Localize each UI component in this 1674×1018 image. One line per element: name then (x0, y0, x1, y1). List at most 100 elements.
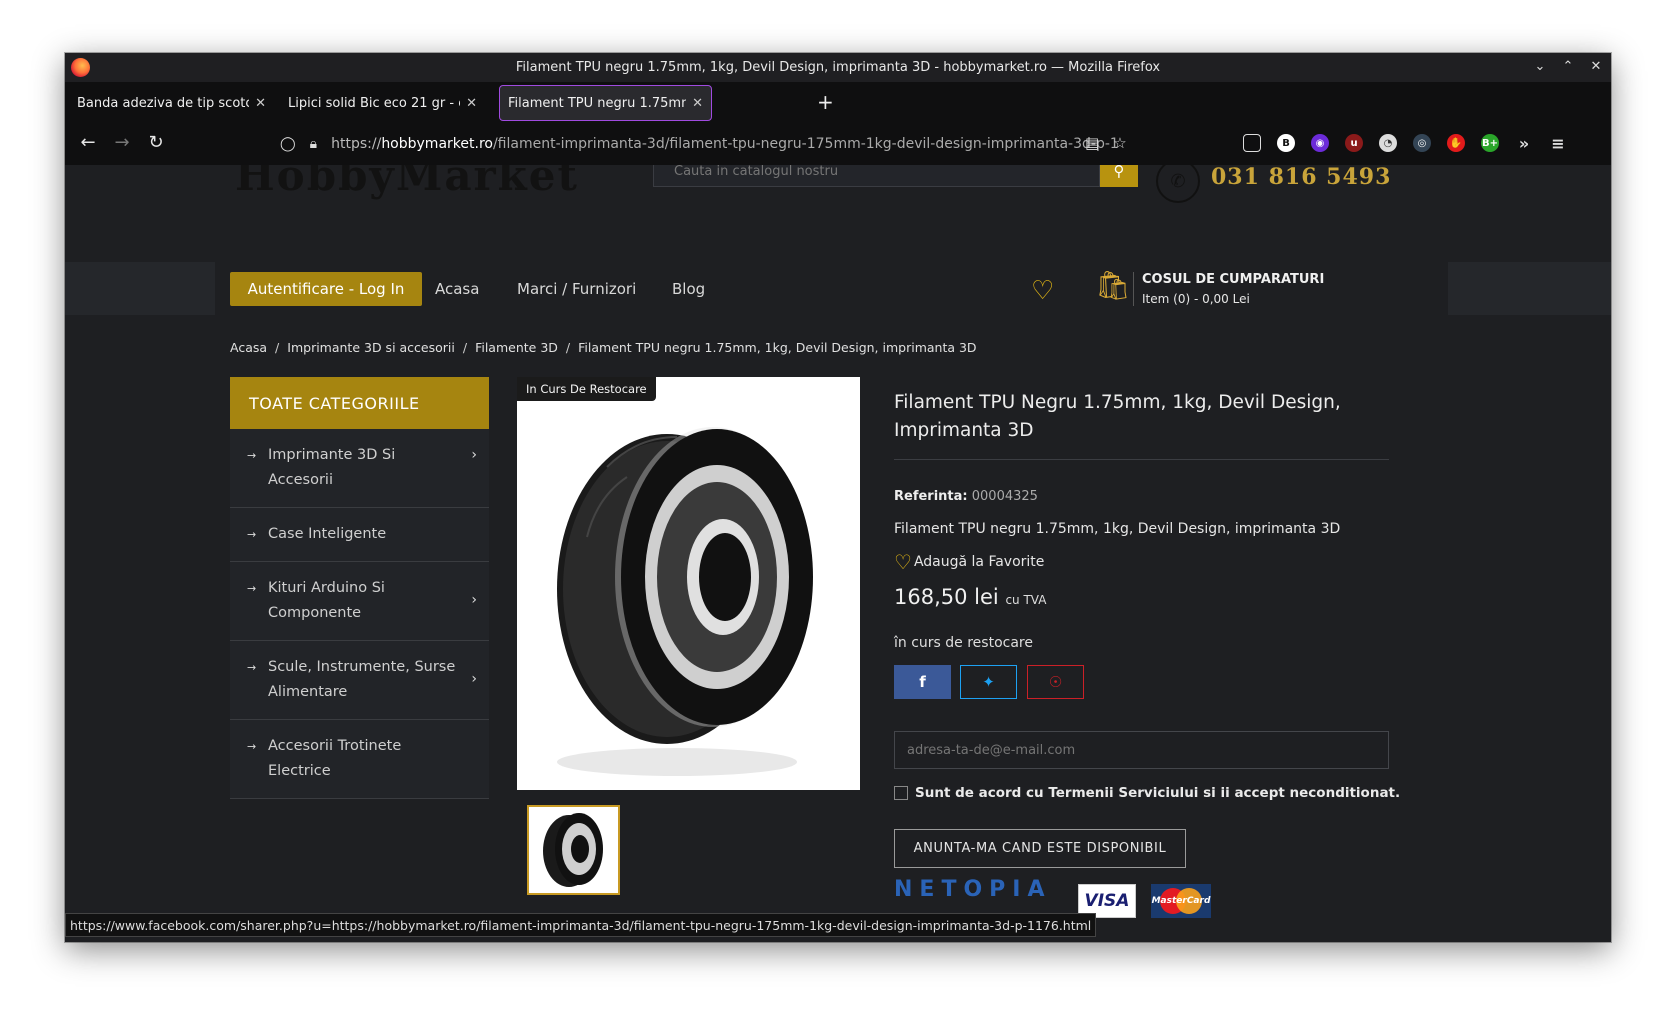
phone-number[interactable]: 031 816 5493 (1211, 165, 1391, 190)
pinterest-share-button[interactable]: ☉ (1027, 665, 1084, 699)
chevron-right-icon[interactable]: › (471, 443, 477, 468)
back-icon[interactable]: ← (77, 132, 99, 154)
twitter-icon: ✦ (982, 673, 995, 691)
tab-label: Lipici solid Bic eco 21 gr - e (288, 95, 461, 111)
search-button[interactable]: ⚲ (1100, 165, 1138, 187)
title-divider (894, 459, 1389, 460)
extension-bplus-icon[interactable]: B+ (1481, 134, 1499, 152)
breadcrumb-item[interactable]: Acasa (230, 340, 267, 355)
url-path: /filament-imprimanta-3d/filament-tpu-neg… (492, 136, 1119, 152)
facebook-share-button[interactable]: f (894, 665, 951, 699)
tab-label: Banda adeziva de tip scotch (77, 95, 250, 111)
lock-icon[interactable]: 🔒︎ (310, 136, 317, 152)
shield-icon[interactable]: ◯ (280, 136, 296, 152)
extension-b-icon[interactable]: B (1277, 134, 1295, 152)
firefox-logo-icon (71, 58, 90, 77)
reference-value: 00004325 (971, 489, 1038, 504)
product-image[interactable] (517, 377, 860, 790)
pocket-icon[interactable] (1243, 134, 1261, 152)
netopia-logo: NETOPIA (894, 877, 1052, 902)
extension-eyes-icon[interactable]: ◎ (1413, 134, 1431, 152)
category-item[interactable]: → Imprimante 3D Si Accesorii › (230, 429, 489, 508)
reader-view-icon[interactable]: ▤ (1085, 134, 1099, 152)
url-bar[interactable]: ◯ 🔒︎ https://hobbymarket.ro/filament-imp… (280, 129, 1160, 159)
terms-label: Sunt de acord cu Termenii Serviciului si… (915, 785, 1401, 801)
window-title: Filament TPU negru 1.75mm, 1kg, Devil De… (515, 60, 1161, 75)
url-scheme: https:// (331, 136, 382, 152)
login-button[interactable]: Autentificare - Log In (230, 272, 422, 306)
filament-spool-image (557, 427, 813, 776)
chevron-right-icon[interactable]: › (471, 588, 477, 613)
breadcrumb: Acasa / Imprimante 3D si accesorii / Filam… (230, 340, 977, 355)
breadcrumb-item[interactable]: Filamente 3D (475, 340, 558, 355)
product-short-description: Filament TPU negru 1.75mm, 1kg, Devil De… (894, 521, 1341, 537)
category-item[interactable]: → Accesorii Trotinete Electrice (230, 720, 489, 799)
categories-heading: TOATE CATEGORIILE (230, 377, 489, 429)
tab-1[interactable]: e Banda adeziva de tip scotch ✕ (69, 85, 274, 121)
search-bar: ⚲ (653, 165, 1138, 187)
nav-bar: ← → ↻ ◯ 🔒︎ https://hobbymarket.ro/filame… (65, 122, 1611, 165)
menu-home[interactable]: Acasa (435, 280, 479, 298)
tab-2[interactable]: e Lipici solid Bic eco 21 gr - e ✕ (280, 85, 485, 121)
product-thumbnail[interactable] (527, 805, 620, 895)
bookmark-star-icon[interactable]: ☆ (1113, 134, 1126, 152)
extension-gray-icon[interactable]: ◔ (1379, 134, 1397, 152)
breadcrumb-separator: / (565, 340, 571, 355)
maximize-icon[interactable]: ⌃ (1561, 59, 1575, 74)
status-bar: https://www.facebook.com/sharer.php?u=ht… (65, 913, 1097, 937)
cart-summary[interactable]: Item (0) - 0,00 Lei (1142, 292, 1250, 306)
category-item[interactable]: → Scule, Instrumente, Surse Alimentare › (230, 641, 489, 720)
breadcrumb-item[interactable]: Imprimante 3D si accesorii (287, 340, 455, 355)
spool-thumbnail-image (543, 813, 603, 887)
heart-icon: ♡ (894, 550, 912, 574)
arrow-right-icon: → (247, 661, 257, 674)
menu-blog[interactable]: Blog (672, 280, 705, 298)
forward-icon[interactable]: → (111, 132, 133, 154)
terms-agreement[interactable]: Sunt de acord cu Termenii Serviciului si… (894, 785, 1400, 801)
cart-title[interactable]: COSUL DE CUMPARATURI (1142, 272, 1324, 287)
twitter-share-button[interactable]: ✦ (960, 665, 1017, 699)
close-window-icon[interactable]: ✕ (1589, 59, 1603, 74)
main-menu: Autentificare - Log In Acasa Marci / Fur… (65, 262, 1611, 315)
site-logo[interactable]: HobbyMarket (235, 165, 579, 200)
extension-purple-icon[interactable]: ◉ (1311, 134, 1329, 152)
minimize-icon[interactable]: ⌄ (1533, 59, 1547, 74)
reference-label: Referinta: (894, 489, 968, 504)
close-tab-icon[interactable]: ✕ (466, 96, 477, 111)
close-tab-icon[interactable]: ✕ (255, 96, 266, 111)
shopping-bag-icon[interactable]: 🛍︎ (1095, 270, 1131, 302)
hamburger-menu-icon[interactable]: ≡ (1549, 134, 1567, 153)
title-bar: Filament TPU negru 1.75mm, 1kg, Devil De… (65, 53, 1611, 82)
close-tab-icon[interactable]: ✕ (692, 96, 703, 111)
email-field[interactable] (894, 731, 1389, 769)
category-label: Imprimante 3D Si Accesorii (268, 447, 396, 488)
breadcrumb-separator: / (462, 340, 468, 355)
product-title: Filament TPU Negru 1.75mm, 1kg, Devil De… (894, 392, 1341, 441)
terms-checkbox[interactable] (894, 786, 908, 800)
tab-bar: e Banda adeziva de tip scotch ✕ e Lipici… (65, 82, 1611, 122)
ublock-icon[interactable]: u (1345, 134, 1363, 152)
new-tab-icon[interactable]: + (817, 92, 834, 112)
stop-hand-icon[interactable]: ✋ (1447, 134, 1465, 152)
facebook-icon: f (919, 673, 926, 691)
price-value: 168,50 lei (894, 585, 999, 609)
wishlist-heart-icon[interactable]: ♡ (1031, 278, 1054, 304)
category-item[interactable]: → Case Inteligente (230, 508, 489, 562)
tab-label: Filament TPU negru 1.75mm (508, 95, 687, 111)
notify-when-available-button[interactable]: ANUNTA-MA CAND ESTE DISPONIBIL (894, 829, 1186, 868)
search-input[interactable] (653, 165, 1100, 187)
add-to-favorites[interactable]: ♡ Adaugă la Favorite (894, 550, 1044, 574)
chevron-right-icon[interactable]: › (471, 667, 477, 692)
overflow-chevron-icon[interactable]: » (1515, 134, 1533, 153)
arrow-right-icon: → (247, 528, 257, 541)
category-item[interactable]: → Kituri Arduino Si Componente › (230, 562, 489, 641)
reload-icon[interactable]: ↻ (145, 132, 167, 154)
menu-brands[interactable]: Marci / Furnizori (517, 280, 636, 298)
mastercard-logo: MasterCard (1151, 884, 1211, 918)
breadcrumb-current: Filament TPU negru 1.75mm, 1kg, Devil De… (578, 340, 977, 355)
category-label: Kituri Arduino Si Componente (268, 580, 385, 621)
tab-3-active[interactable]: ▤ Filament TPU negru 1.75mm ✕ (499, 85, 712, 121)
product-price: 168,50 lei cu TVA (894, 585, 1046, 609)
pinterest-icon: ☉ (1048, 673, 1063, 691)
categories-list: → Imprimante 3D Si Accesorii › → Case In… (230, 429, 489, 799)
